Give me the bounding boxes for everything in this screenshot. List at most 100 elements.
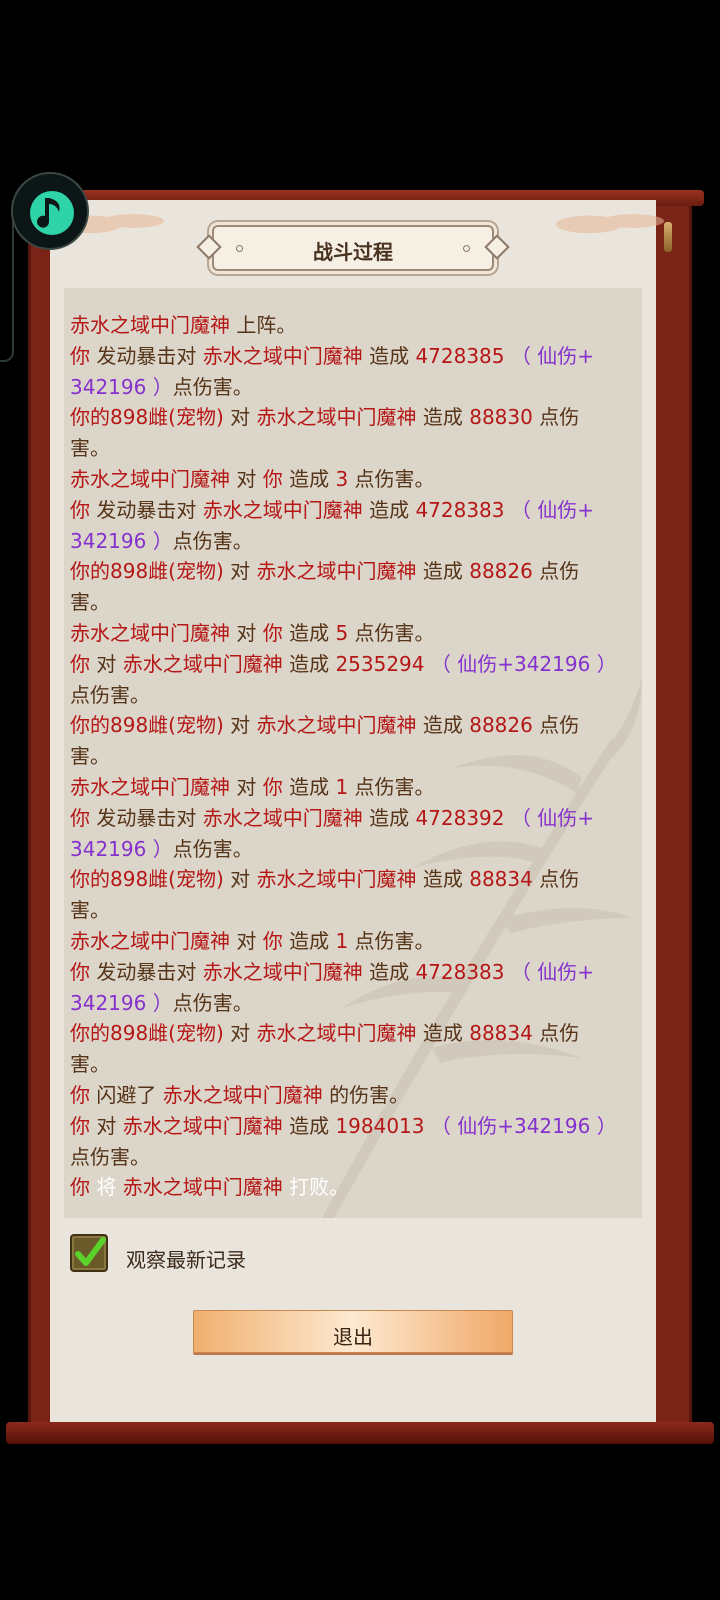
log-segment: 对 <box>223 1021 257 1046</box>
log-segment: 赤水之域中门魔神 <box>256 405 417 430</box>
log-segment: 你 <box>70 1113 90 1138</box>
log-segment: 1 <box>335 774 349 799</box>
side-edge-decoration <box>0 200 14 362</box>
log-segment: 造成 <box>416 867 470 892</box>
log-segment: 4728385 <box>415 343 505 368</box>
log-segment: 88826 <box>469 713 533 738</box>
log-segment: 你的898雌(宠物) <box>70 713 224 738</box>
log-segment: 88830 <box>469 405 533 430</box>
log-line: 赤水之域中门魔神 对 你 造成 3 点伤害。 <box>70 464 630 495</box>
log-segment: 对 <box>223 867 257 892</box>
log-segment: 赤水之域中门魔神 <box>122 1175 283 1200</box>
log-line: 你 将 赤水之域中门魔神 打败。 <box>70 1172 630 1203</box>
log-line: 你 闪避了 赤水之域中门魔神 的伤害。 <box>70 1080 630 1111</box>
log-segment: 造成 <box>362 343 416 368</box>
log-segment: 你的898雌(宠物) <box>70 1021 224 1046</box>
log-segment: 造成 <box>282 620 336 645</box>
log-segment: 发动暴击对 <box>90 343 203 368</box>
log-segment: 赤水之域中门魔神 <box>122 1113 283 1138</box>
log-line: 你 发动暴击对 赤水之域中门魔神 造成 4728392 （ 仙伤+ <box>70 803 630 834</box>
log-segment: 赤水之域中门魔神 <box>202 343 363 368</box>
log-segment: 对 <box>223 559 257 584</box>
log-segment: 点伤害。 <box>70 682 150 707</box>
cloud-decoration-right <box>556 204 666 238</box>
log-segment: 造成 <box>282 928 336 953</box>
log-segment: 造成 <box>416 559 470 584</box>
log-segment: 88834 <box>469 867 533 892</box>
scroll-bottom-rod <box>6 1422 714 1444</box>
log-segment: 点伤害。 <box>348 928 435 953</box>
log-segment: 打败。 <box>282 1175 350 1200</box>
watch-latest-checkbox[interactable] <box>70 1234 108 1272</box>
log-segment: 造成 <box>416 1021 470 1046</box>
log-line: 赤水之域中门魔神 对 你 造成 5 点伤害。 <box>70 618 630 649</box>
log-line: 害。 <box>70 895 630 926</box>
exit-button[interactable]: 退出 <box>193 1310 513 1353</box>
log-segment: 赤水之域中门魔神 <box>256 1021 417 1046</box>
log-line: 害。 <box>70 1049 630 1080</box>
log-segment: 对 <box>90 651 123 676</box>
log-segment: 点伤害。 <box>348 620 435 645</box>
log-segment: 1 <box>335 928 349 953</box>
log-line: 342196 ）点伤害。 <box>70 372 630 403</box>
log-line: 你 发动暴击对 赤水之域中门魔神 造成 4728383 （ 仙伤+ <box>70 495 630 526</box>
battle-log-panel[interactable]: 赤水之域中门魔神 上阵。你 发动暴击对 赤水之域中门魔神 造成 4728385 … <box>64 288 642 1218</box>
log-line: 你的898雌(宠物) 对 赤水之域中门魔神 造成 88834 点伤 <box>70 1018 630 1049</box>
log-segment: 你 <box>70 343 90 368</box>
log-segment: 1984013 <box>335 1113 425 1138</box>
log-segment: 对 <box>223 405 257 430</box>
log-segment: 造成 <box>362 959 416 984</box>
watch-latest-label: 观察最新记录 <box>126 1248 246 1272</box>
log-line: 害。 <box>70 433 630 464</box>
log-segment: 造成 <box>362 497 416 522</box>
exit-button-label: 退出 <box>333 1325 373 1349</box>
log-segment: 4728383 <box>415 497 505 522</box>
log-segment: 你的898雌(宠物) <box>70 867 224 892</box>
log-segment: 点伤 <box>532 713 580 738</box>
log-segment: 害。 <box>70 590 110 615</box>
log-segment: 发动暴击对 <box>90 805 203 830</box>
log-segment: 害。 <box>70 744 110 769</box>
log-segment: 点伤害。 <box>70 1144 150 1169</box>
log-segment: 88834 <box>469 1021 533 1046</box>
log-segment: 你 <box>262 620 283 645</box>
log-segment: 造成 <box>282 1113 336 1138</box>
log-line: 赤水之域中门魔神 上阵。 <box>70 310 630 341</box>
log-segment: 你 <box>70 497 90 522</box>
log-segment: 你 <box>262 928 283 953</box>
log-segment: 赤水之域中门魔神 <box>202 805 363 830</box>
log-segment: 你 <box>262 774 283 799</box>
log-segment: 5 <box>335 620 349 645</box>
tassel-decoration <box>664 222 672 252</box>
log-segment: 赤水之域中门魔神 <box>122 651 283 676</box>
log-segment: 上阵。 <box>230 313 297 337</box>
checkmark-icon <box>75 1237 106 1266</box>
log-line: 赤水之域中门魔神 对 你 造成 1 点伤害。 <box>70 772 630 803</box>
log-segment: （ 仙伤+ <box>504 959 594 984</box>
log-segment: 你 <box>70 1082 90 1107</box>
log-segment: 的伤害。 <box>322 1082 410 1107</box>
log-segment: 对 <box>230 466 263 491</box>
log-segment: 造成 <box>362 805 416 830</box>
log-segment: 4728392 <box>415 805 505 830</box>
log-segment: 害。 <box>70 898 110 923</box>
log-segment: 造成 <box>282 774 336 799</box>
log-segment: 造成 <box>282 466 336 491</box>
log-line: 你的898雌(宠物) 对 赤水之域中门魔神 造成 88826 点伤 <box>70 556 630 587</box>
log-segment: 点伤 <box>532 1021 580 1046</box>
log-segment: 发动暴击对 <box>90 497 203 522</box>
log-segment: 害。 <box>70 1052 110 1077</box>
log-line: 342196 ）点伤害。 <box>70 988 630 1019</box>
log-segment: 你的898雌(宠物) <box>70 405 224 430</box>
log-line: 赤水之域中门魔神 对 你 造成 1 点伤害。 <box>70 926 630 957</box>
log-segment: 点伤 <box>532 559 580 584</box>
log-segment: 点伤害。 <box>172 374 253 399</box>
log-segment: 赤水之域中门魔神 <box>202 959 363 984</box>
log-segment: 赤水之域中门魔神 <box>70 313 230 337</box>
dialog-title-plaque: 战斗过程 <box>196 225 510 271</box>
floating-music-app-icon[interactable] <box>11 172 89 250</box>
log-segment: （ 仙伤+ <box>504 343 594 368</box>
log-line: 你 发动暴击对 赤水之域中门魔神 造成 4728383 （ 仙伤+ <box>70 957 630 988</box>
log-segment: （ 仙伤+ <box>504 805 594 830</box>
log-segment: 造成 <box>416 405 470 430</box>
